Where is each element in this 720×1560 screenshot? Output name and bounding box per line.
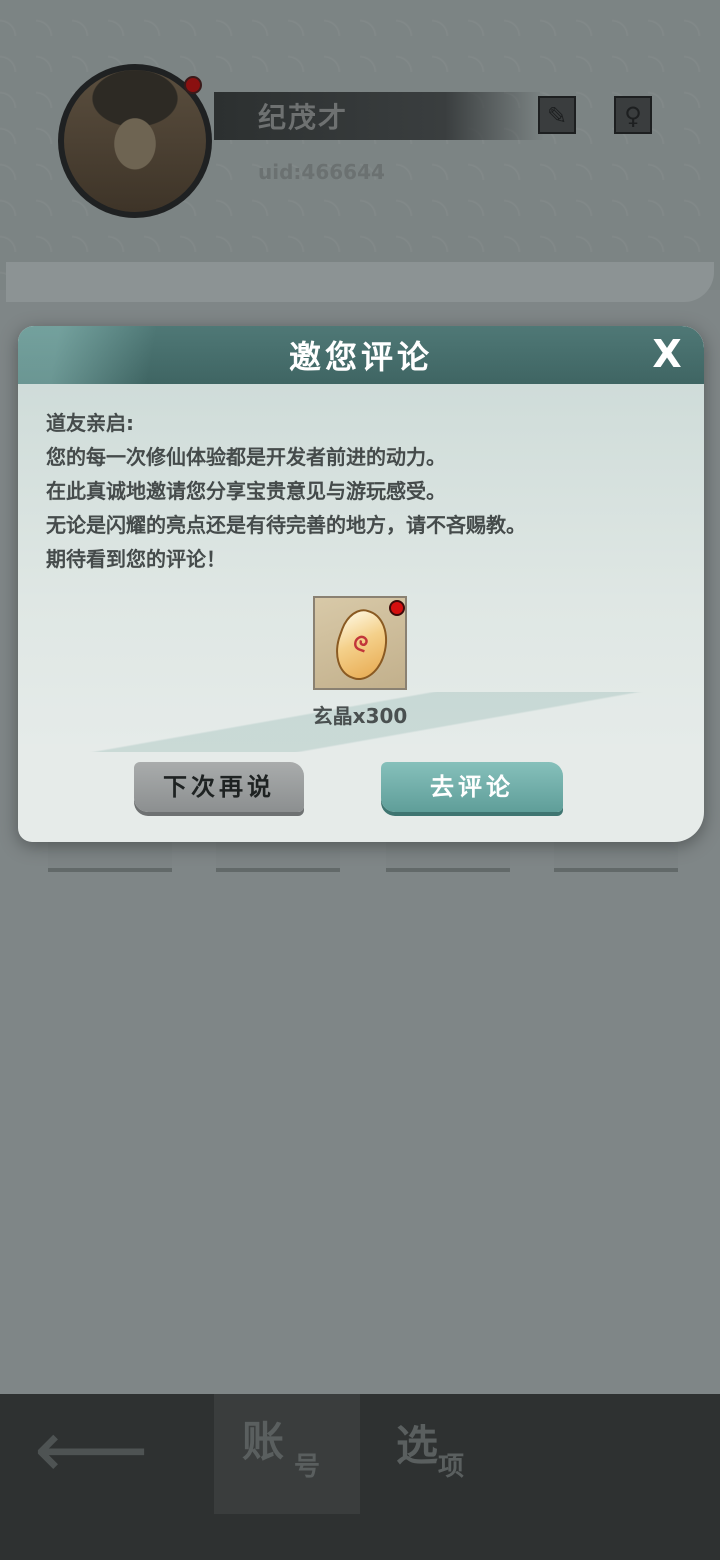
player-name: 纪茂才 [258,101,349,134]
tab-account[interactable] [214,1394,360,1514]
tab-options-label-main[interactable]: 选 [396,1412,438,1473]
review-button[interactable]: 去评论 [381,762,563,812]
tab-account-label-main: 账 [242,1417,285,1466]
later-button[interactable]: 下次再说 [134,762,304,812]
crystal-rune: ᘓ [349,629,372,658]
reward-label: 玄晶x300 [312,704,408,728]
profile-header-shelf [6,262,714,302]
avatar-portrait [64,70,206,212]
tab-account-label-sub: 号 [294,1452,321,1482]
player-uid: uid:466644 [258,160,385,184]
female-icon[interactable]: ♀ [614,96,652,134]
review-invite-dialog: 邀您评论 X 道友亲启: 您的每一次修仙体验都是开发者前进的动力。 在此真诚地邀… [18,326,704,842]
tab-options-label-sub: 项 [438,1452,465,1482]
message-line: 无论是闪耀的亮点还是有待完善的地方，请不吝赐教。 [46,513,526,537]
dialog-message: 道友亲启: 您的每一次修仙体验都是开发者前进的动力。 在此真诚地邀请您分享宝贵意… [46,406,526,576]
message-line: 道友亲启: [46,411,134,435]
message-line: 在此真诚地邀请您分享宝贵意见与游玩感受。 [46,479,446,503]
close-button[interactable]: X [646,332,688,376]
avatar-notification-dot [184,76,202,94]
reward-notification-dot [389,600,405,616]
message-line: 期待看到您的评论！ [46,547,226,571]
brush-icon[interactable]: ✎ [538,96,576,134]
dialog-header: 邀您评论 X [18,326,704,384]
back-arrow-icon[interactable]: ⟵ [34,1410,149,1490]
message-line: 您的每一次修仙体验都是开发者前进的动力。 [46,445,446,469]
crystal-icon: ᘓ [326,603,398,687]
dialog-title: 邀您评论 [288,338,433,376]
